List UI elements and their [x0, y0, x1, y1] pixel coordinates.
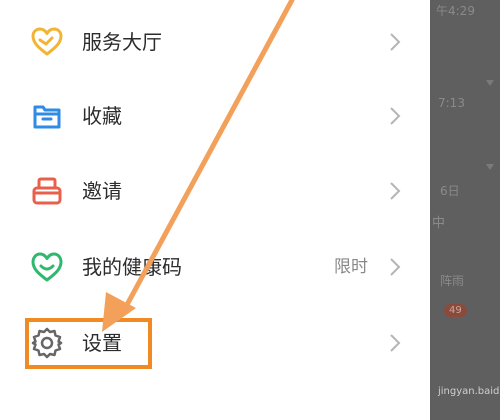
background-text-fragment: 午4:29: [436, 4, 475, 18]
watermark-text: jingyan.baidu.com: [438, 386, 500, 397]
chevron-right-icon: [390, 334, 401, 352]
heart-hands-icon: [31, 27, 63, 56]
background-text-fragment: 中: [432, 216, 446, 231]
invite-box-icon: [32, 177, 62, 205]
menu-item-label: 服务大厅: [82, 30, 162, 54]
background-text-fragment: 阵雨: [440, 274, 465, 288]
folder-box-icon: [33, 105, 61, 129]
menu-item-label: 收藏: [82, 104, 122, 128]
dimmed-background-overlay[interactable]: 午4:29 7:13 6日 中 阵雨 49 jingyan.baidu.com: [430, 0, 500, 420]
menu-item-invite[interactable]: 邀请: [0, 161, 430, 221]
background-text-fragment: 6日: [440, 184, 460, 198]
menu-item-label: 邀请: [82, 179, 122, 203]
limited-time-tag: 限时: [334, 257, 368, 277]
chevron-right-icon: [390, 258, 401, 276]
background-marker-icon: [486, 80, 494, 86]
menu-item-favorites[interactable]: 收藏: [0, 86, 430, 146]
background-marker-icon: [486, 164, 494, 170]
side-menu-drawer: 服务大厅 收藏 邀请 我的健康码 限时 设置: [0, 0, 430, 420]
background-count-badge: 49: [444, 304, 467, 317]
chevron-right-icon: [390, 107, 401, 125]
chevron-right-icon: [390, 182, 401, 200]
background-text-fragment: 7:13: [438, 96, 465, 110]
menu-item-health-code[interactable]: 我的健康码 限时: [0, 237, 430, 297]
chevron-right-icon: [390, 33, 401, 51]
settings-highlight-box: [25, 318, 152, 369]
menu-item-service-hall[interactable]: 服务大厅: [0, 12, 430, 72]
smile-heart-icon: [31, 252, 63, 282]
menu-item-label: 我的健康码: [82, 255, 182, 279]
